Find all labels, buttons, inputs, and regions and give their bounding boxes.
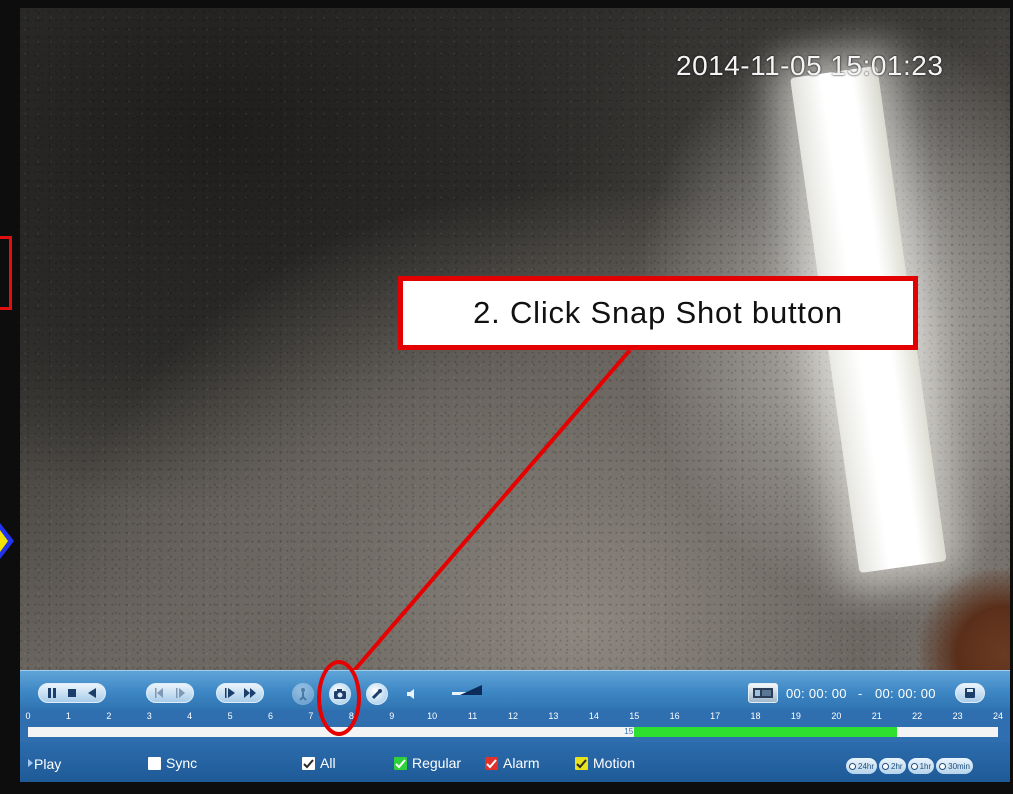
fast-forward-icon[interactable] xyxy=(243,686,257,700)
timeline-scale-options: 24hr 2hr 1hr 30min xyxy=(846,758,973,774)
timeline-bar[interactable]: 15 xyxy=(28,727,998,737)
step-forward-icon[interactable] xyxy=(173,686,187,700)
timeline[interactable]: 0 1 2 3 4 5 6 7 8 9 10 11 12 13 14 15 16 17 18 19 20 21 22 23 24… xyxy=(20,710,1010,742)
osd-timestamp: 2014-11-05 15:01:23 xyxy=(676,50,944,81)
all-checkbox[interactable] xyxy=(302,756,315,770)
volume-slider[interactable] xyxy=(460,685,482,695)
regular-label: Regular xyxy=(412,755,462,771)
timeline-hour-label: 18 xyxy=(750,711,761,721)
snapshot-highlight-circle xyxy=(317,660,361,736)
check-icon xyxy=(303,758,314,768)
timeline-hour-label: 3 xyxy=(146,711,152,721)
time-separator: - xyxy=(858,686,863,701)
scale-label: 30min xyxy=(948,761,970,771)
previous-callout-edge xyxy=(0,236,12,310)
check-icon xyxy=(486,758,497,768)
timeline-hour-label: 11 xyxy=(467,711,478,721)
arrow-fill xyxy=(0,530,8,552)
stop-icon[interactable] xyxy=(65,686,79,700)
caret-right-icon xyxy=(28,759,33,767)
timeline-hour-label: 5 xyxy=(227,711,233,721)
scale-label: 1hr xyxy=(919,761,932,771)
timeline-hour-label: 7 xyxy=(308,711,314,721)
pause-icon[interactable] xyxy=(45,686,59,700)
instruction-callout: 2. Click Snap Shot button xyxy=(398,276,918,350)
timeline-marker-label: 15 xyxy=(624,727,634,736)
scale-2hr-option[interactable]: 2hr xyxy=(879,758,906,774)
play-menu[interactable]: Play xyxy=(34,756,61,772)
save-icon[interactable] xyxy=(955,683,985,703)
regular-filter[interactable]: Regular xyxy=(394,755,461,771)
regular-checkbox[interactable] xyxy=(394,756,407,770)
bottom-bar: Play Sync All Regular Alarm Motion 24hr … xyxy=(20,742,1010,782)
scale-label: 24hr xyxy=(858,761,875,771)
tag-icon[interactable] xyxy=(366,683,388,705)
timeline-hour-label: 4 xyxy=(187,711,193,721)
radio-icon xyxy=(882,762,890,770)
speed-controls xyxy=(216,683,264,703)
scale-30min-option[interactable]: 30min xyxy=(936,758,973,774)
smart-search-icon[interactable] xyxy=(292,683,314,705)
volume-icon[interactable] xyxy=(406,687,420,701)
timeline-hour-label: 9 xyxy=(389,711,395,721)
timeline-hour-label: 21 xyxy=(871,711,882,721)
timeline-hour-label: 22 xyxy=(912,711,923,721)
timeline-hour-label: 13 xyxy=(548,711,559,721)
play-backward-icon[interactable] xyxy=(85,686,99,700)
all-label: All xyxy=(320,755,336,771)
check-icon xyxy=(395,758,406,768)
alarm-label: Alarm xyxy=(503,755,540,771)
clip-start-time[interactable]: 00: 00: 00 xyxy=(786,686,847,701)
motion-label: Motion xyxy=(593,755,636,771)
sync-checkbox[interactable] xyxy=(148,756,161,770)
timeline-hour-label: 15 xyxy=(629,711,640,721)
motion-checkbox[interactable] xyxy=(575,756,588,770)
timeline-hour-label: 10 xyxy=(427,711,438,721)
timeline-hour-label: 1 xyxy=(65,711,71,721)
timeline-hour-label: 20 xyxy=(831,711,842,721)
step-controls xyxy=(146,683,194,703)
slow-play-icon[interactable] xyxy=(223,686,237,700)
timeline-hour-label: 12 xyxy=(507,711,519,721)
monitor-frame: 2014-11-05 15:01:23 2. Click Snap Shot b… xyxy=(0,0,1013,794)
playback-controls xyxy=(38,683,106,703)
timeline-hour-label: 19 xyxy=(790,711,801,721)
timeline-hour-label: 0 xyxy=(25,711,31,721)
scale-24hr-option[interactable]: 24hr xyxy=(846,758,878,774)
sync-label: Sync xyxy=(166,755,198,771)
sync-toggle[interactable]: Sync xyxy=(148,755,197,771)
scale-label: 2hr xyxy=(891,761,903,771)
timeline-hour-label: 23 xyxy=(952,711,963,721)
timeline-hour-label: 14 xyxy=(588,711,599,721)
all-filter[interactable]: All xyxy=(302,755,336,771)
alarm-checkbox[interactable] xyxy=(485,756,498,770)
clip-icon[interactable] xyxy=(748,683,778,703)
timeline-hour-label: 24 xyxy=(992,711,1004,721)
timeline-hour-label: 6 xyxy=(267,711,274,721)
check-icon xyxy=(576,758,587,768)
alarm-filter[interactable]: Alarm xyxy=(485,755,540,771)
motion-filter[interactable]: Motion xyxy=(575,755,635,771)
radio-icon xyxy=(939,762,947,770)
step-back-icon[interactable] xyxy=(153,686,167,700)
recorded-segment[interactable] xyxy=(634,727,897,737)
playback-toolbar: 00: 00: 00 - 00: 00: 00 xyxy=(20,670,1010,710)
radio-icon xyxy=(910,762,918,770)
corner-object xyxy=(920,570,1010,670)
clip-end-time[interactable]: 00: 00: 00 xyxy=(875,686,936,701)
scale-1hr-option[interactable]: 1hr xyxy=(907,758,935,774)
timeline-hour-label: 17 xyxy=(710,711,721,721)
timeline-hour-label: 2 xyxy=(106,711,112,721)
callout-text: 2. Click Snap Shot button xyxy=(473,295,843,330)
timeline-hour-label: 16 xyxy=(669,711,680,721)
radio-icon xyxy=(849,762,856,770)
